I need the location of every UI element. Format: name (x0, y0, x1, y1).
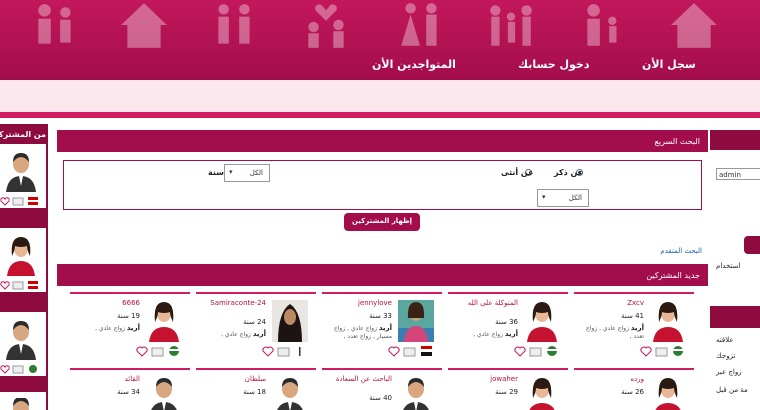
male-avatar-icon (277, 378, 303, 410)
male-avatar-icon (6, 321, 36, 360)
member-card[interactable]: ورده 26 سنة (574, 368, 694, 410)
quick-search-title: البحث السريع (57, 130, 708, 152)
member-card[interactable]: الباحث عن السعادة 40 سنة (322, 368, 442, 410)
action-icons[interactable] (640, 345, 686, 357)
member-name[interactable]: ورده (578, 375, 644, 384)
quick-search-box: عن ذكر عن أنثى الكل ▾ سنة الكل ▾ (63, 160, 702, 210)
member-intent: أريد زواج عادي , (473, 330, 518, 338)
female-avatar-icon (653, 302, 683, 342)
family-icon (38, 4, 71, 44)
member-age: 19 سنة (117, 312, 140, 320)
right-sidebar: admin استخدام علاقته تزوجك زواج عبر مة م… (710, 124, 760, 410)
member-name[interactable]: jennylove (326, 299, 392, 308)
member-intent: أريد زواج عادي , زواج تعدد , (585, 324, 644, 340)
member-age: 34 سنة (117, 388, 140, 396)
proposal-icon (308, 4, 344, 48)
member-card[interactable]: Zxcv 41 سنة أريد زواج عادي , زواج تعدد , (574, 292, 694, 360)
left-sidebar: من المشتركين (0, 124, 48, 410)
member-name[interactable]: 6666 (74, 299, 140, 308)
right-section-header (710, 306, 760, 328)
male-avatar-icon (403, 378, 429, 410)
member-name[interactable]: سلطان (200, 375, 266, 384)
member-intent: أريد زواج عادي , (95, 324, 140, 332)
right-sidebar-header (710, 130, 760, 150)
couple-icon (218, 4, 250, 44)
female-avatar-icon (527, 302, 557, 342)
left-member-card[interactable] (0, 228, 46, 292)
member-photo (398, 300, 434, 342)
member-intent: أريد زواج عادي , (221, 330, 266, 338)
username-input[interactable]: admin (716, 168, 760, 180)
member-name[interactable]: الباحث عن السعادة (326, 375, 392, 384)
action-icons[interactable] (136, 345, 182, 357)
left-member-card[interactable] (0, 144, 46, 208)
action-icons[interactable] (262, 345, 308, 357)
member-name[interactable]: Samiraconte-24 (200, 299, 266, 308)
house-icon (121, 3, 167, 48)
member-age: 33 سنة (369, 312, 392, 320)
mother-child-icon (587, 4, 617, 46)
member-name[interactable]: Zxcv (578, 299, 644, 308)
site-header: سجل الأن دخول حسابك المتواجدين الأن (0, 0, 760, 80)
nav-online[interactable]: المتواجدين الأن (372, 58, 456, 71)
right-text: استخدام (716, 262, 741, 270)
female-label: عن أنثى (501, 168, 534, 177)
right-text: تزوجك (716, 352, 736, 360)
member-photo (272, 300, 308, 342)
female-avatar-icon (655, 378, 681, 410)
right-text: زواج عبر (716, 368, 742, 376)
female-avatar-icon (529, 378, 555, 410)
member-age: 29 سنة (495, 388, 518, 396)
member-age: 18 سنة (243, 388, 266, 396)
nav-register[interactable]: سجل الأن (642, 58, 696, 71)
member-age: 24 سنة (243, 318, 266, 326)
member-age: 26 سنة (621, 388, 644, 396)
left-sidebar-title: من المشتركين (0, 130, 46, 139)
right-text: مة من قبل (716, 386, 748, 394)
member-intent: أريد زواج عادي , زواج مسيار , زواج تعدد … (333, 324, 392, 340)
member-age: 41 سنة (621, 312, 644, 320)
action-icons[interactable] (0, 196, 40, 206)
age-select[interactable]: الكل ▾ (224, 164, 270, 182)
age-label: سنة (208, 168, 224, 177)
new-members-title: جديد المشتركين (57, 264, 708, 286)
advanced-search-link[interactable]: البحث المتقدم (660, 247, 702, 255)
action-icons[interactable] (388, 345, 434, 357)
action-icons[interactable] (0, 364, 40, 374)
member-card[interactable]: jennylove 33 سنة أريد زواج عادي , زواج م… (322, 292, 442, 360)
home-icon (671, 3, 717, 48)
left-member-card[interactable] (0, 392, 46, 410)
login-button[interactable] (744, 236, 760, 254)
male-label: عن ذكر (554, 168, 584, 177)
member-card[interactable]: المتوكلة على الله 36 سنة أريد زواج عادي … (448, 292, 568, 360)
right-text: علاقته (716, 336, 734, 344)
member-age: 36 سنة (495, 318, 518, 326)
family-walk-icon (490, 5, 532, 46)
member-name[interactable]: المتوكلة على الله (452, 299, 518, 308)
member-name[interactable]: القائد (74, 375, 140, 384)
member-age: 40 سنة (369, 394, 392, 402)
action-icons[interactable] (0, 280, 40, 290)
main-content: البحث السريع عن ذكر عن أنثى الكل ▾ سنة ال… (57, 124, 708, 410)
male-avatar-icon (6, 153, 36, 192)
country-select[interactable]: الكل ▾ (537, 189, 589, 207)
left-member-card[interactable] (0, 312, 46, 376)
show-members-button[interactable]: إظهار المشتركين (344, 213, 420, 231)
member-name[interactable]: jowaher (452, 375, 518, 384)
member-card[interactable]: سلطان 18 سنة (196, 368, 316, 410)
member-card[interactable]: Samiraconte-24 24 سنة أريد زواج عادي , (196, 292, 316, 360)
female-avatar-icon (149, 302, 179, 342)
action-icons[interactable] (514, 345, 560, 357)
chevron-down-icon: ▾ (542, 193, 546, 201)
chevron-down-icon: ▾ (229, 168, 233, 176)
male-avatar-icon (151, 378, 177, 410)
member-card[interactable]: 6666 19 سنة أريد زواج عادي , (70, 292, 190, 360)
bride-groom-icon (401, 3, 437, 46)
female-avatar-icon (7, 237, 35, 276)
banner-strip (0, 80, 760, 118)
member-card[interactable]: jowaher 29 سنة (448, 368, 568, 410)
male-avatar-icon (13, 398, 29, 410)
member-card[interactable]: القائد 34 سنة (70, 368, 190, 410)
nav-login[interactable]: دخول حسابك (518, 58, 589, 71)
